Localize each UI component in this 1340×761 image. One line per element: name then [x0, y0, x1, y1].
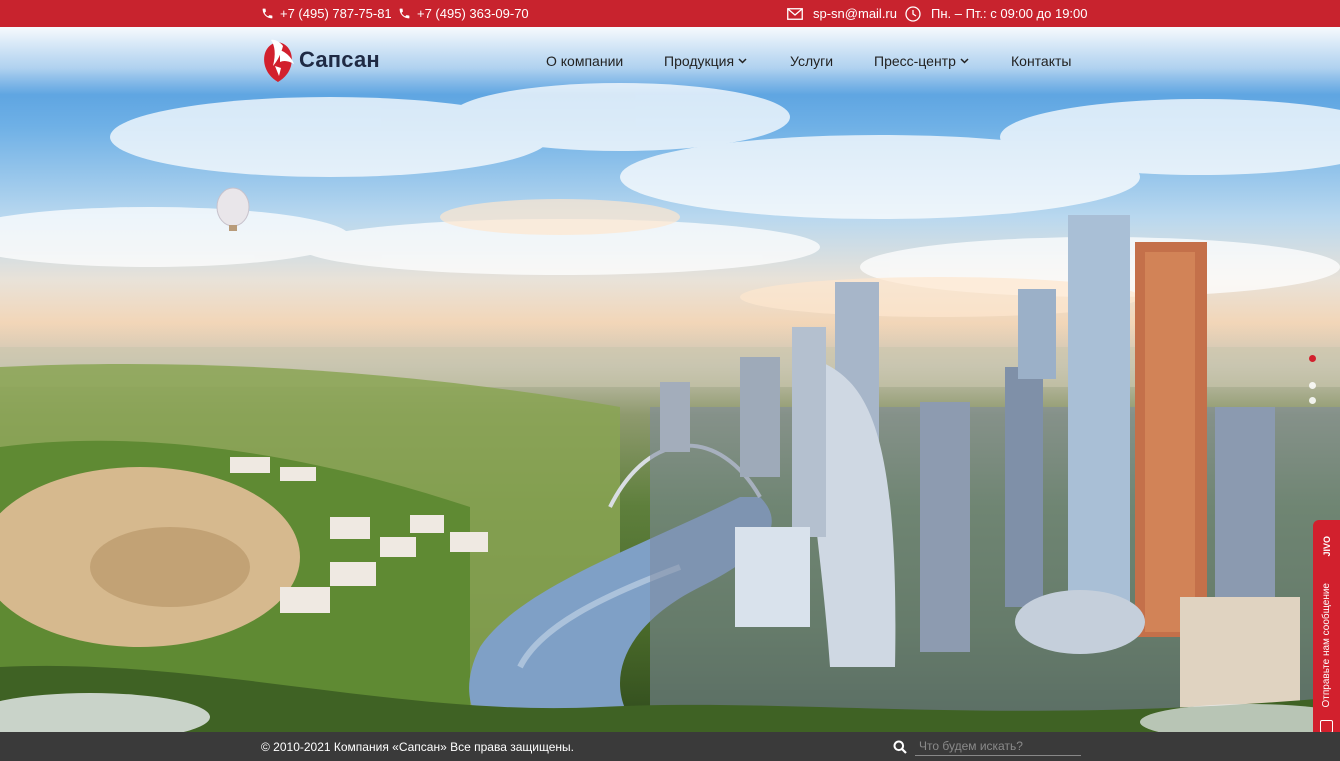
slider-dot[interactable]	[1309, 397, 1316, 404]
slider-dot[interactable]	[1309, 382, 1316, 389]
search-input[interactable]	[915, 737, 1081, 756]
copyright-text: © 2010-2021 Компания «Сапсан» Все права …	[261, 739, 574, 754]
nav-item-label: О компании	[546, 53, 624, 69]
phone-icon	[399, 8, 410, 19]
nav-item-label: Услуги	[790, 53, 834, 69]
site-header: Сапсан О компании Продукция Услуги Пресс…	[0, 27, 1340, 95]
clock-icon	[905, 5, 921, 22]
mail-icon	[787, 7, 803, 20]
chevron-down-icon	[960, 58, 969, 64]
search-icon[interactable]	[893, 740, 907, 754]
working-hours: Пн. – Пт.: с 09:00 до 19:00	[905, 0, 1088, 27]
slider-dot-active[interactable]	[1309, 355, 1316, 362]
chat-label: Отправьте нам сообщение	[1321, 582, 1332, 708]
chat-brand: JIVO	[1321, 536, 1332, 557]
nav-item-label: Продукция	[664, 53, 735, 69]
hero-slider	[0, 27, 1340, 732]
chevron-down-icon	[738, 58, 747, 64]
hero-city-illustration	[0, 83, 1340, 732]
phone-link-1[interactable]: +7 (495) 787-75-81	[261, 0, 392, 27]
nav-item-label: Пресс-центр	[874, 53, 956, 69]
nav-item-products[interactable]: Продукция	[664, 53, 747, 69]
nav-item-services[interactable]: Услуги	[790, 53, 833, 69]
chat-widget[interactable]: JIVO Отправьте нам сообщение	[1313, 520, 1340, 745]
nav-item-about[interactable]: О компании	[546, 53, 623, 69]
phone-number-1: +7 (495) 787-75-81	[280, 6, 392, 21]
working-hours-text: Пн. – Пт.: с 09:00 до 19:00	[931, 6, 1088, 21]
phone-number-2: +7 (495) 363-09-70	[417, 6, 529, 21]
falcon-logo-icon	[264, 39, 294, 82]
email-link[interactable]: sp-sn@mail.ru	[787, 0, 897, 27]
phone-link-2[interactable]: +7 (495) 363-09-70	[398, 0, 529, 27]
phone-icon	[262, 8, 273, 19]
top-contact-bar: +7 (495) 787-75-81 +7 (495) 363-09-70 sp…	[0, 0, 1340, 27]
logo-text: Сапсан	[299, 47, 380, 72]
nav-item-press-center[interactable]: Пресс-центр	[874, 53, 969, 69]
nav-item-label: Контакты	[1011, 53, 1072, 69]
nav-item-contacts[interactable]: Контакты	[1011, 53, 1071, 69]
logo-link[interactable]: Сапсан	[261, 36, 380, 84]
site-footer: © 2010-2021 Компания «Сапсан» Все права …	[0, 732, 1340, 761]
search-form	[893, 737, 1081, 756]
email-address: sp-sn@mail.ru	[813, 6, 897, 21]
